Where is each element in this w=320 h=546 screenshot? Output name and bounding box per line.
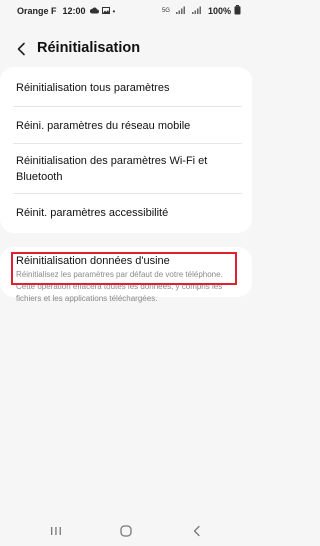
home-button[interactable] [115,522,137,540]
menu-item-reset-wifi-bluetooth[interactable]: Réinitialisation des paramètres Wi-Fi et… [16,153,240,185]
notification-dot-icon: • [112,6,116,16]
carrier-label: Orange F [17,6,57,16]
back-icon [193,525,200,537]
battery-icon [234,5,241,17]
reset-options-card: Réinitialisation tous paramètres Réini. … [0,67,252,233]
signal-icon-2 [191,6,202,16]
divider [13,143,242,144]
battery-percent: 100% [207,6,231,16]
divider [13,193,242,194]
network-type-label: 5G [161,8,170,14]
recent-apps-icon [51,527,61,535]
clock: 12:00 [62,6,86,16]
menu-item-reset-mobile-network[interactable]: Réini. paramètres du réseau mobile [16,118,240,134]
signal-icon [175,6,186,16]
menu-item-reset-all-settings[interactable]: Réinitialisation tous paramètres [16,80,240,96]
menu-item-reset-accessibility[interactable]: Réinit. paramètres accessibilité [16,205,240,221]
cloud-icon [89,6,99,16]
gallery-icon [101,6,110,16]
navigation-bar [0,516,252,546]
divider [13,106,242,107]
status-right: 5G 100% [162,5,244,17]
home-icon [120,525,132,537]
nav-back-button[interactable] [186,522,208,540]
chevron-left-icon [17,42,25,56]
recent-apps-button[interactable] [45,522,67,540]
page-title: Réinitialisation [37,40,141,56]
status-bar: Orange F 12:00 • 5G 100% [0,0,252,22]
highlight-annotation-box [11,252,237,285]
app-header: Réinitialisation [0,34,252,64]
back-button[interactable] [12,39,30,59]
